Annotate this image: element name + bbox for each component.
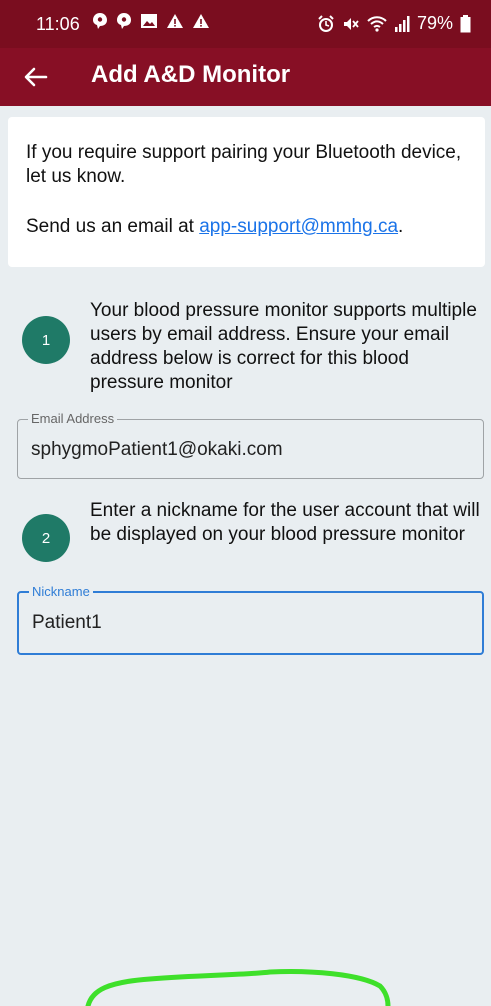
warning-icon	[167, 14, 183, 28]
support-info-card: If you require support pairing your Blue…	[8, 117, 485, 267]
app-bar: Add A&D Monitor	[0, 48, 491, 106]
email-prefix: Send us an email at	[26, 216, 200, 237]
email-suffix: .	[398, 216, 404, 237]
step-1-text: Your blood pressure monitor supports mul…	[90, 300, 477, 393]
status-bar: 11:06 79%	[0, 0, 491, 48]
status-system-icons: 79%	[317, 13, 471, 34]
email-field-value[interactable]: sphygmoPatient1@okaki.com	[31, 439, 283, 461]
highlight-annotation-mark	[85, 969, 391, 1006]
battery-icon	[460, 14, 471, 32]
message-icon	[117, 13, 131, 29]
step-1: 1 Your blood pressure monitor supports m…	[22, 299, 477, 399]
wifi-icon	[367, 15, 387, 32]
step-number-badge: 1	[22, 316, 70, 364]
step-2: 2 Enter a nickname for the user account …	[22, 499, 480, 575]
alarm-icon	[318, 14, 334, 32]
nickname-field-label: Nickname	[29, 584, 93, 599]
support-email-link[interactable]: app-support@mmhg.ca	[199, 216, 398, 237]
arrow-left-icon[interactable]	[22, 63, 50, 91]
step-2-text: Enter a nickname for the user account th…	[90, 500, 480, 545]
nickname-field[interactable]: Nickname Patient1	[17, 584, 484, 655]
support-email-line: Send us an email at app-support@mmhg.ca.	[26, 216, 403, 238]
signal-icon	[394, 15, 410, 32]
image-icon	[141, 14, 157, 28]
status-notification-icons	[92, 12, 210, 30]
email-field[interactable]: Email Address sphygmoPatient1@okaki.com	[17, 411, 484, 479]
warning-icon	[193, 14, 209, 28]
step-number-badge: 2	[22, 514, 70, 562]
email-field-label: Email Address	[28, 411, 118, 426]
message-icon	[93, 13, 107, 29]
status-time: 11:06	[36, 14, 80, 34]
support-text: If you require support pairing your Blue…	[26, 142, 462, 187]
mute-icon	[343, 17, 359, 30]
nickname-field-value[interactable]: Patient1	[32, 612, 102, 634]
battery-percentage: 79%	[416, 13, 453, 33]
page-title: Add A&D Monitor	[91, 61, 291, 88]
